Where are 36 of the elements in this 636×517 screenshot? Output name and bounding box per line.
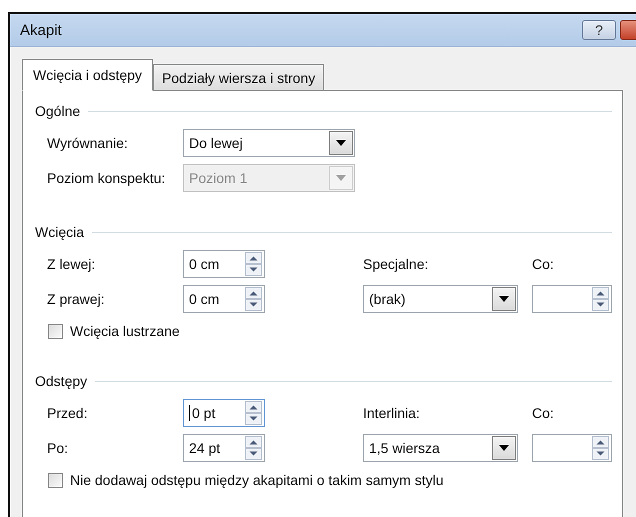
field-label: Co: [532,256,555,272]
dropdown[interactable]: Do lewej [183,129,355,157]
tab[interactable]: Podziały wiersza i strony [152,64,324,91]
field-label: Z lewej: [47,256,96,272]
checkbox[interactable] [48,472,63,488]
dropdown[interactable]: 1,5 wiersza [363,434,518,462]
field-label: Co: [532,405,555,421]
spinner-field[interactable]: 0 cm [183,250,265,278]
help-button[interactable]: ? [582,20,616,40]
field-label: Poziom konspektu: [47,170,166,186]
window-title: Akapit [20,22,62,38]
checkbox-label: Nie dodawaj odstępu między akapitami o takim samym stylu [70,472,444,488]
spinner-field[interactable] [532,285,612,313]
checkbox-label: Wcięcia lustrzane [70,323,180,339]
spinner-field[interactable]: 24 pt [183,434,265,462]
spinner-arrows-icon [592,436,609,460]
field-label: Wyrównanie: [47,135,129,151]
spinner-arrows-icon [592,287,609,311]
spinner-arrows-icon [245,252,262,276]
spinner-arrows-icon [245,401,262,425]
section-heading: Wcięcia [35,224,84,240]
section-heading: Ogólne [35,103,80,119]
spinner-arrows-icon [245,287,262,311]
checkbox[interactable] [48,324,63,338]
tab[interactable]: Wcięcia i odstępy [22,59,153,91]
field-label: Specjalne: [363,256,430,272]
field-label: Z prawej: [47,291,106,307]
spinner-field[interactable] [532,434,612,462]
spinner-field[interactable]: 0 pt [183,399,265,427]
field-label: Po: [47,440,70,456]
dropdown[interactable]: (brak) [363,285,518,313]
field-label: Przed: [47,405,88,421]
spinner-arrows-icon [245,436,262,460]
spinner-field[interactable]: 0 cm [183,285,265,313]
field-label: Interlinia: [363,405,421,421]
section-heading: Odstępy [35,373,88,389]
